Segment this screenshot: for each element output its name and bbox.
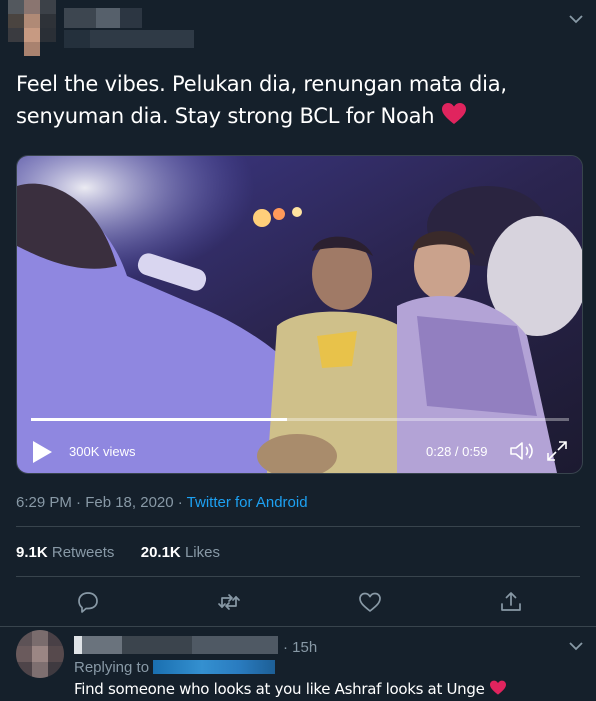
heart-emoji-icon: [490, 680, 507, 695]
replying-to: Replying to: [74, 659, 276, 676]
author-avatar-blurred[interactable]: [8, 0, 56, 56]
reply-text: Find someone who looks at you like Ashra…: [74, 680, 507, 698]
meta-separator: ·: [173, 494, 187, 511]
chevron-down-icon[interactable]: [567, 10, 585, 28]
retweets-stat[interactable]: 9.1K Retweets: [16, 544, 114, 561]
tweet-timestamp[interactable]: 6:29 PM · Feb 18, 2020: [16, 494, 174, 511]
retweet-icon[interactable]: [216, 589, 242, 615]
video-player[interactable]: 300K views 0:28 / 0:59: [16, 155, 583, 474]
video-frame-image: [17, 156, 582, 473]
tweet-stats: 9.1K Retweets 20.1K Likes: [16, 544, 220, 561]
divider: [0, 626, 596, 627]
video-progress-fill: [31, 418, 287, 421]
video-views: 300K views: [69, 444, 136, 459]
video-time: 0:28 / 0:59: [426, 444, 488, 459]
chevron-down-icon[interactable]: [567, 637, 585, 655]
tweet-source-link[interactable]: Twitter for Android: [187, 494, 308, 511]
play-icon[interactable]: [31, 440, 53, 464]
share-icon[interactable]: [498, 589, 524, 615]
retweets-count: 9.1K: [16, 544, 48, 561]
likes-label: Likes: [184, 544, 220, 561]
tweet-meta: 6:29 PM · Feb 18, 2020 · Twitter for And…: [16, 494, 308, 511]
divider: [16, 526, 580, 527]
reply-text-body: Find someone who looks at you like Ashra…: [74, 680, 485, 698]
divider: [16, 576, 580, 577]
author-name-blurred[interactable]: [64, 8, 194, 48]
replying-to-handle-blurred[interactable]: [153, 660, 276, 674]
reply-avatar-blurred[interactable]: [16, 630, 64, 678]
heart-emoji-icon: [441, 103, 466, 124]
replying-to-label: Replying to: [74, 659, 150, 676]
likes-count: 20.1K: [140, 544, 181, 561]
video-progress-bar[interactable]: [31, 418, 569, 421]
fullscreen-icon[interactable]: [545, 439, 569, 463]
tweet-text-body: Feel the vibes. Pelukan dia, renungan ma…: [16, 72, 507, 128]
tweet-text: Feel the vibes. Pelukan dia, renungan ma…: [16, 68, 576, 132]
likes-stat[interactable]: 20.1K Likes: [141, 544, 220, 561]
volume-icon[interactable]: [508, 439, 536, 463]
reply-time[interactable]: · 15h: [283, 639, 317, 656]
retweets-label: Retweets: [51, 544, 115, 561]
reply-icon[interactable]: [75, 589, 101, 615]
like-icon[interactable]: [357, 589, 383, 615]
reply-author-blurred[interactable]: [74, 636, 278, 654]
